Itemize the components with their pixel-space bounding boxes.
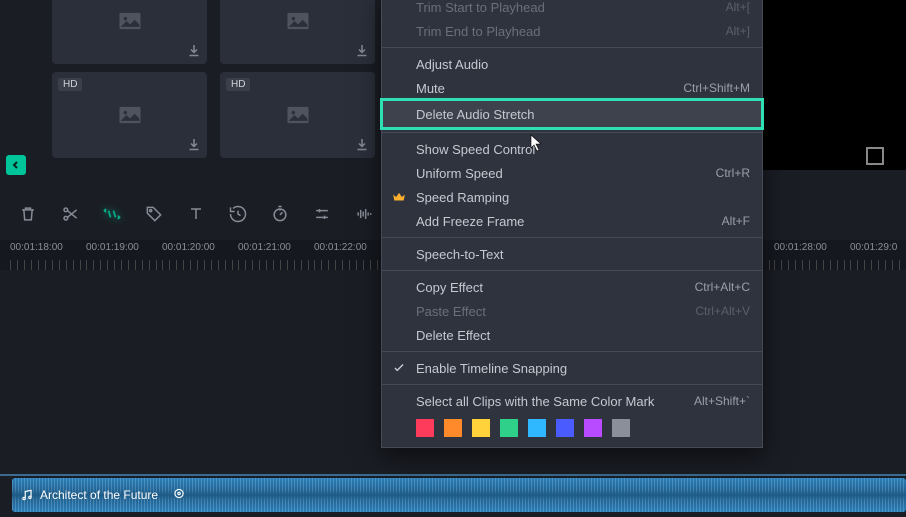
menu-item-label: Select all Clips with the Same Color Mar… bbox=[416, 394, 654, 409]
menu-item[interactable]: Uniform Speed Ctrl+R bbox=[382, 161, 762, 185]
menu-item-label: Delete Effect bbox=[416, 328, 490, 343]
color-swatch[interactable] bbox=[500, 419, 518, 437]
menu-shortcut: Ctrl+Shift+M bbox=[683, 81, 750, 95]
history-icon[interactable] bbox=[228, 204, 248, 224]
media-panel: HD HD bbox=[38, 0, 380, 165]
audio-clip[interactable]: Architect of the Future bbox=[12, 478, 906, 512]
color-mark-row bbox=[382, 413, 762, 443]
stopwatch-icon[interactable] bbox=[270, 204, 290, 224]
menu-separator bbox=[382, 351, 762, 352]
menu-item-label: Mute bbox=[416, 81, 445, 96]
menu-item[interactable]: Adjust Audio bbox=[382, 52, 762, 76]
menu-item[interactable]: Delete Effect bbox=[382, 323, 762, 347]
effect-marker-icon bbox=[172, 487, 186, 504]
menu-shortcut: Ctrl+Alt+V bbox=[695, 304, 750, 318]
ruler-time: 00:01:18:00 bbox=[10, 242, 63, 253]
menu-shortcut: Ctrl+Alt+C bbox=[695, 280, 750, 294]
menu-shortcut: Alt+] bbox=[726, 24, 750, 38]
color-swatch[interactable] bbox=[556, 419, 574, 437]
menu-shortcut: Alt+[ bbox=[726, 0, 750, 14]
ruler-time: 00:01:29:0 bbox=[850, 242, 897, 253]
menu-item-label: Trim Start to Playhead bbox=[416, 0, 545, 15]
color-swatch[interactable] bbox=[416, 419, 434, 437]
mouse-cursor-icon bbox=[530, 134, 544, 152]
menu-item[interactable]: Select all Clips with the Same Color Mar… bbox=[382, 389, 762, 413]
menu-shortcut: Alt+F bbox=[722, 214, 750, 228]
menu-item[interactable]: Mute Ctrl+Shift+M bbox=[382, 76, 762, 100]
back-button[interactable] bbox=[6, 155, 26, 175]
music-note-icon bbox=[20, 488, 34, 502]
download-icon[interactable] bbox=[185, 42, 203, 60]
delete-icon[interactable] bbox=[18, 204, 38, 224]
preview-panel bbox=[760, 0, 906, 170]
menu-separator bbox=[382, 132, 762, 133]
menu-item[interactable]: Copy Effect Ctrl+Alt+C bbox=[382, 275, 762, 299]
menu-shortcut: Alt+Shift+` bbox=[694, 394, 750, 408]
color-swatch[interactable] bbox=[584, 419, 602, 437]
track-separator bbox=[0, 474, 906, 476]
sliders-icon[interactable] bbox=[312, 204, 332, 224]
ruler-time: 00:01:28:00 bbox=[774, 242, 827, 253]
media-thumb[interactable]: HD bbox=[52, 72, 207, 158]
menu-separator bbox=[382, 47, 762, 48]
menu-separator bbox=[382, 384, 762, 385]
menu-item[interactable]: Enable Timeline Snapping bbox=[382, 356, 762, 380]
tag-icon[interactable] bbox=[144, 204, 164, 224]
menu-item[interactable]: Add Freeze Frame Alt+F bbox=[382, 209, 762, 233]
hd-badge: HD bbox=[58, 78, 82, 91]
download-icon[interactable] bbox=[353, 42, 371, 60]
menu-item[interactable]: Speech-to-Text bbox=[382, 242, 762, 266]
menu-item: Trim Start to Playhead Alt+[ bbox=[382, 0, 762, 19]
menu-item[interactable]: Show Speed Control bbox=[382, 137, 762, 161]
color-swatch[interactable] bbox=[444, 419, 462, 437]
menu-item-label: Speech-to-Text bbox=[416, 247, 503, 262]
ruler-time: 00:01:21:00 bbox=[238, 242, 291, 253]
media-thumb[interactable] bbox=[220, 0, 375, 64]
timeline-toolbar bbox=[18, 200, 378, 228]
aspect-ratio-icon[interactable] bbox=[866, 147, 884, 165]
media-thumb[interactable] bbox=[52, 0, 207, 64]
menu-item-label: Trim End to Playhead bbox=[416, 24, 541, 39]
crown-icon bbox=[392, 190, 406, 204]
menu-item: Paste Effect Ctrl+Alt+V bbox=[382, 299, 762, 323]
image-icon bbox=[284, 101, 312, 129]
menu-item-label: Paste Effect bbox=[416, 304, 486, 319]
image-icon bbox=[116, 7, 144, 35]
scissors-icon[interactable] bbox=[60, 204, 80, 224]
menu-item-label: Enable Timeline Snapping bbox=[416, 361, 567, 376]
ruler-time: 00:01:22:00 bbox=[314, 242, 367, 253]
text-icon[interactable] bbox=[186, 204, 206, 224]
ruler-time: 00:01:20:00 bbox=[162, 242, 215, 253]
audio-stretch-icon[interactable] bbox=[102, 204, 122, 224]
context-menu: Trim Start to Playhead Alt+[ Trim End to P… bbox=[381, 0, 763, 448]
menu-item-label: Uniform Speed bbox=[416, 166, 503, 181]
menu-item-label: Show Speed Control bbox=[416, 142, 535, 157]
menu-shortcut: Ctrl+R bbox=[716, 166, 750, 180]
menu-separator bbox=[382, 237, 762, 238]
download-icon[interactable] bbox=[185, 136, 203, 154]
ruler-time: 00:01:19:00 bbox=[86, 242, 139, 253]
menu-separator bbox=[382, 270, 762, 271]
hd-badge: HD bbox=[226, 78, 250, 91]
menu-item-label: Speed Ramping bbox=[416, 190, 509, 205]
image-icon bbox=[116, 101, 144, 129]
media-thumb[interactable]: HD bbox=[220, 72, 375, 158]
color-swatch[interactable] bbox=[612, 419, 630, 437]
menu-item: Trim End to Playhead Alt+] bbox=[382, 19, 762, 43]
menu-item-label: Add Freeze Frame bbox=[416, 214, 524, 229]
image-icon bbox=[284, 7, 312, 35]
audio-clip-title: Architect of the Future bbox=[40, 488, 158, 502]
menu-item[interactable]: Speed Ramping bbox=[382, 185, 762, 209]
menu-item-label: Delete Audio Stretch bbox=[416, 107, 535, 122]
menu-item-label: Adjust Audio bbox=[416, 57, 488, 72]
waveform-icon[interactable] bbox=[354, 204, 374, 224]
color-swatch[interactable] bbox=[528, 419, 546, 437]
download-icon[interactable] bbox=[353, 136, 371, 154]
menu-item-label: Copy Effect bbox=[416, 280, 483, 295]
color-swatch[interactable] bbox=[472, 419, 490, 437]
check-icon bbox=[392, 361, 406, 375]
menu-item[interactable]: Delete Audio Stretch bbox=[382, 100, 762, 128]
